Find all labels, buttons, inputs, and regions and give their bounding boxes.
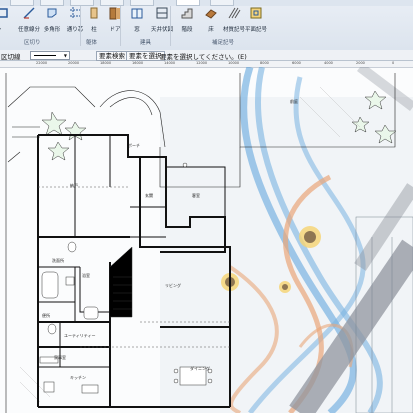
property-toolbar: 区切線 ▼ 要素検索 要素を選択 要素を選択してください。(E) xyxy=(0,50,413,61)
element-search-button[interactable]: 要素検索 xyxy=(96,51,128,61)
layer-label: 区切線 xyxy=(1,53,21,61)
line-type-select[interactable]: ▼ xyxy=(30,51,70,60)
ruler-tick: 22000 xyxy=(36,61,48,65)
background-photo-overlay xyxy=(160,67,413,413)
window-icon xyxy=(131,8,143,19)
ceiling-plan-icon xyxy=(156,7,168,19)
ruler-tick: 6000 xyxy=(292,61,301,65)
room-label-toilet: 便所 xyxy=(42,312,50,318)
element-select-button[interactable]: 要素を選択 xyxy=(126,51,165,61)
material-symbol-icon xyxy=(228,7,241,19)
wall-tool-icon xyxy=(0,8,8,18)
room-label-storage: 納戸 xyxy=(70,182,78,188)
plan-symbol-button[interactable]: 平面記号 xyxy=(241,6,271,36)
room-label-utility: ユーティリティー xyxy=(64,332,96,338)
room-label-housework: 家事室 xyxy=(54,354,66,360)
polygon-icon xyxy=(47,8,57,18)
column-icon xyxy=(90,7,98,19)
ribbon-separator xyxy=(170,6,171,46)
room-label-living: リビング xyxy=(165,282,181,288)
room-label-porch: ポーチ xyxy=(128,142,140,148)
group-label-partition: 区切り xyxy=(24,40,41,46)
ruler-tick: 16000 xyxy=(132,61,144,65)
ruler-tick: 10000 xyxy=(228,61,240,65)
room-label-bathroom: 浴室 xyxy=(82,272,90,278)
status-prompt: 要素を選択してください。(E) xyxy=(160,53,247,61)
ruler-tick: 18000 xyxy=(100,61,112,65)
room-label-guest-room: 客室 xyxy=(192,192,200,198)
room-label-entrance: 玄関 xyxy=(145,192,153,198)
drawing-canvas[interactable]: 22000 20000 18000 16000 14000 12000 1000… xyxy=(0,61,413,413)
room-label-kitchen: キッチン xyxy=(70,375,86,380)
ruler-tick: 2000 xyxy=(356,61,365,65)
ruler-tick: 0 xyxy=(392,61,395,65)
plan-symbol-icon xyxy=(250,7,262,19)
sunflower xyxy=(299,226,321,248)
room-label-washroom: 洗面所 xyxy=(52,257,64,263)
group-label-annotations: 補足記号 xyxy=(212,40,235,46)
ruler-tick: 12000 xyxy=(196,61,208,65)
group-label-fittings: 建具 xyxy=(140,40,152,46)
line-preview xyxy=(34,55,56,56)
ruler-tick: 8000 xyxy=(260,61,269,65)
wall-tool-label: シ xyxy=(0,27,2,33)
chevron-down-icon: ▼ xyxy=(63,53,67,58)
ribbon: シ 任意線分 多角形 通り芯 柱 ドア 窓 天井伏図 階段 床 材質記号 xyxy=(0,0,413,51)
ruler-tick: 14000 xyxy=(164,61,176,65)
plan-symbol-label: 平面記号 xyxy=(244,27,267,33)
ribbon-separator xyxy=(120,6,121,46)
free-line-icon xyxy=(23,7,35,19)
ruler-tick: 4000 xyxy=(324,61,333,65)
floor-icon xyxy=(205,9,217,19)
group-label-structure: 躯体 xyxy=(86,40,98,46)
room-label-dining: ダイニング xyxy=(190,365,210,371)
stairs-icon xyxy=(181,8,193,19)
staircase xyxy=(109,246,133,318)
room-label-front-garden: 前庭 xyxy=(290,98,298,104)
sunflower xyxy=(279,281,291,293)
floor-plan-drawing: 納戸 ポーチ 玄関 客室 洗面所 浴室 便所 ユーティリティー リビング 家事室… xyxy=(5,67,413,413)
ruler-tick: 20000 xyxy=(68,61,80,65)
